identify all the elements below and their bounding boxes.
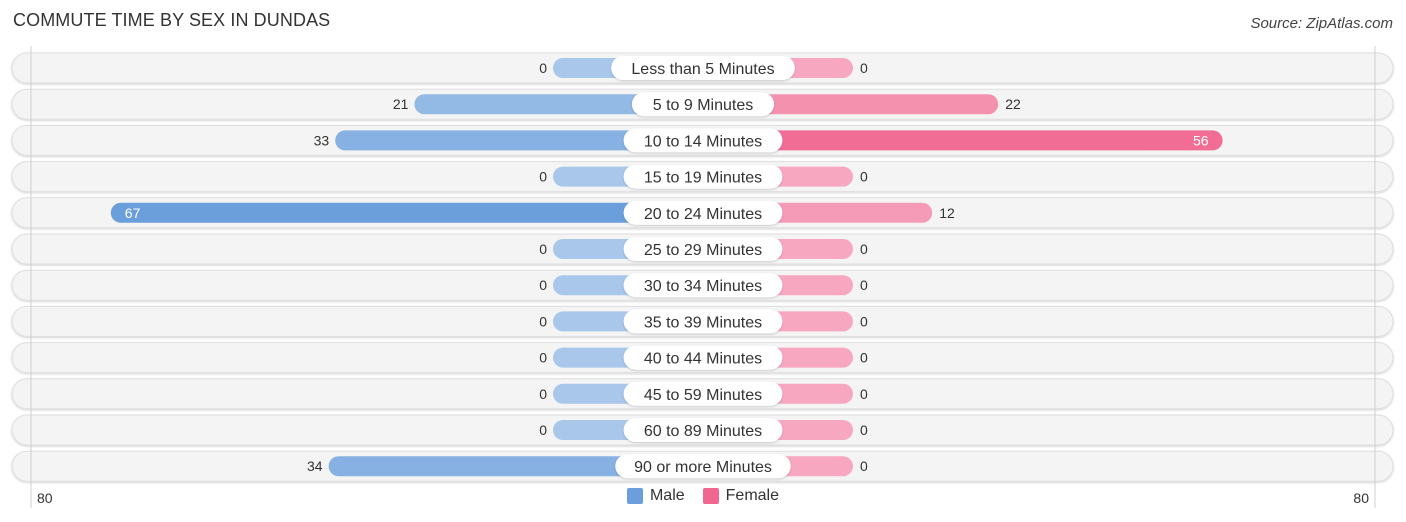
category-label: 15 to 19 Minutes (644, 170, 762, 187)
value-label-female: 0 (860, 169, 868, 185)
value-label-male: 33 (314, 132, 330, 148)
value-label-male: 67 (125, 205, 141, 221)
chart-area: 0 0 Less than 5 Minutes 21 22 5 to 9 Minutes 3… (11, 46, 1394, 508)
category-label: 45 to 59 Minutes (644, 387, 762, 404)
value-label-female: 22 (1005, 96, 1021, 112)
legend-label-female: Female (725, 487, 780, 504)
value-label-male: 0 (539, 313, 547, 329)
value-label-female: 0 (860, 386, 868, 402)
value-label-female: 0 (860, 60, 868, 76)
value-label-female: 0 (860, 458, 868, 474)
value-label-female: 0 (860, 277, 868, 293)
legend-item-male[interactable]: Male (626, 487, 685, 505)
value-label-male: 0 (539, 350, 547, 366)
legend: Male Female (0, 487, 1406, 505)
value-label-male: 21 (393, 96, 409, 112)
bar-male (110, 202, 704, 223)
category-label: 30 to 34 Minutes (644, 278, 762, 295)
legend-item-female[interactable]: Female (702, 487, 780, 505)
category-label: 10 to 14 Minutes (644, 133, 762, 150)
value-label-male: 0 (539, 386, 547, 402)
value-label-female: 0 (860, 241, 868, 257)
value-label-female: 12 (939, 205, 955, 221)
legend-label-male: Male (649, 487, 685, 504)
value-label-male: 0 (539, 277, 547, 293)
legend-swatch-male (626, 488, 643, 504)
category-label: 35 to 39 Minutes (644, 314, 762, 331)
value-label-male: 0 (539, 60, 547, 76)
legend-swatch-female (702, 488, 719, 504)
category-label: 60 to 89 Minutes (644, 423, 762, 440)
category-label: 20 to 24 Minutes (644, 206, 762, 223)
value-label-male: 0 (539, 241, 547, 257)
category-label: 40 to 44 Minutes (644, 351, 762, 368)
value-label-male: 0 (539, 169, 547, 185)
value-label-female: 0 (860, 313, 868, 329)
category-label: Less than 5 Minutes (631, 61, 774, 78)
category-label: 5 to 9 Minutes (653, 97, 754, 114)
category-label: 25 to 29 Minutes (644, 242, 762, 259)
category-label: 90 or more Minutes (634, 459, 772, 476)
value-label-female: 0 (860, 350, 868, 366)
value-label-male: 0 (539, 422, 547, 438)
value-label-female: 56 (1193, 132, 1209, 148)
value-label-female: 0 (860, 422, 868, 438)
value-label-male: 34 (307, 458, 323, 474)
